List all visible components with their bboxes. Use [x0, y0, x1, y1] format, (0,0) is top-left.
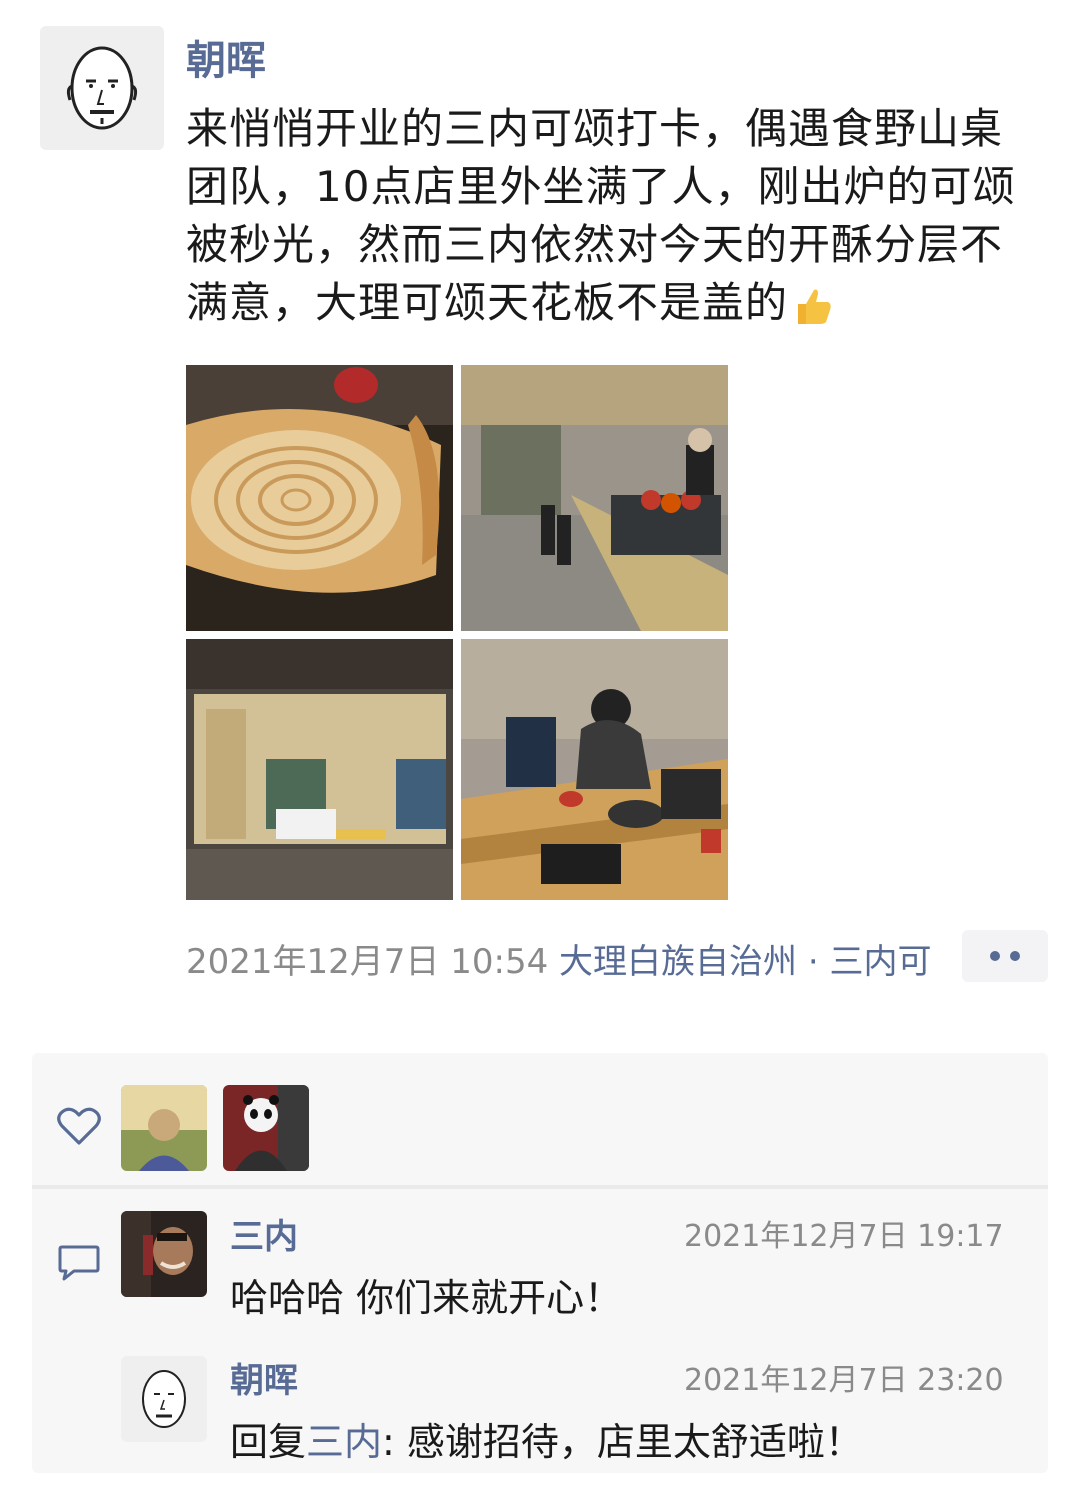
author-avatar[interactable] [40, 26, 164, 150]
post-location[interactable]: 大理白族自治州 · 三内可 [559, 942, 931, 982]
more-dot-icon [1010, 951, 1020, 961]
post-author-name[interactable]: 朝晖 [186, 28, 266, 86]
commenter-avatar-sannei[interactable] [121, 1211, 207, 1297]
liker-avatar-1[interactable] [121, 1085, 207, 1171]
commenter-avatar-zhaohui[interactable] [121, 1356, 207, 1442]
post-timestamp: 2021年12月7日 10:54 [186, 942, 549, 982]
reply-to-name[interactable]: 三内 [306, 1420, 382, 1464]
post-text: 来悄悄开业的三内可颂打卡，偶遇食野山桌团队，10点店里外坐满了人，刚出炉的可颂被… [186, 100, 1026, 332]
cafe-counter-photo[interactable] [461, 365, 728, 631]
croissant-photo[interactable] [186, 365, 453, 631]
comment-text[interactable]: 哈哈哈 你们来就开心！ [230, 1267, 622, 1322]
photo-grid [186, 365, 728, 900]
more-actions-button[interactable] [962, 930, 1048, 982]
more-dot-icon [990, 951, 1000, 961]
post-text-body: 来悄悄开业的三内可颂打卡，偶遇食野山桌团队，10点店里外坐满了人，刚出炉的可颂被… [186, 104, 1016, 327]
comment-text[interactable]: 回复三内: 感谢招待，店里太舒适啦！ [230, 1411, 863, 1466]
kitchen-window-photo[interactable] [186, 639, 453, 900]
comment-time: 2021年12月7日 23:20 [684, 1363, 1004, 1398]
post-meta: 2021年12月7日 10:54 大理白族自治州 · 三内可 [186, 934, 966, 983]
comment-time: 2021年12月7日 19:17 [684, 1219, 1004, 1254]
comment-icon [58, 1245, 100, 1281]
heart-icon [57, 1107, 101, 1145]
comment-author[interactable]: 三内 [230, 1209, 298, 1258]
liker-avatar-2[interactable] [223, 1085, 309, 1171]
reply-prefix: 回复 [230, 1420, 307, 1464]
laptop-table-photo[interactable] [461, 639, 728, 900]
thumbs-up-emoji [788, 282, 836, 330]
reply-body: : 感谢招待，店里太舒适啦！ [382, 1420, 863, 1464]
likes-panel [32, 1053, 1048, 1185]
comments-panel: 三内 2021年12月7日 19:17 哈哈哈 你们来就开心！ 朝晖 2021年… [32, 1189, 1048, 1473]
comment-author[interactable]: 朝晖 [230, 1353, 298, 1402]
